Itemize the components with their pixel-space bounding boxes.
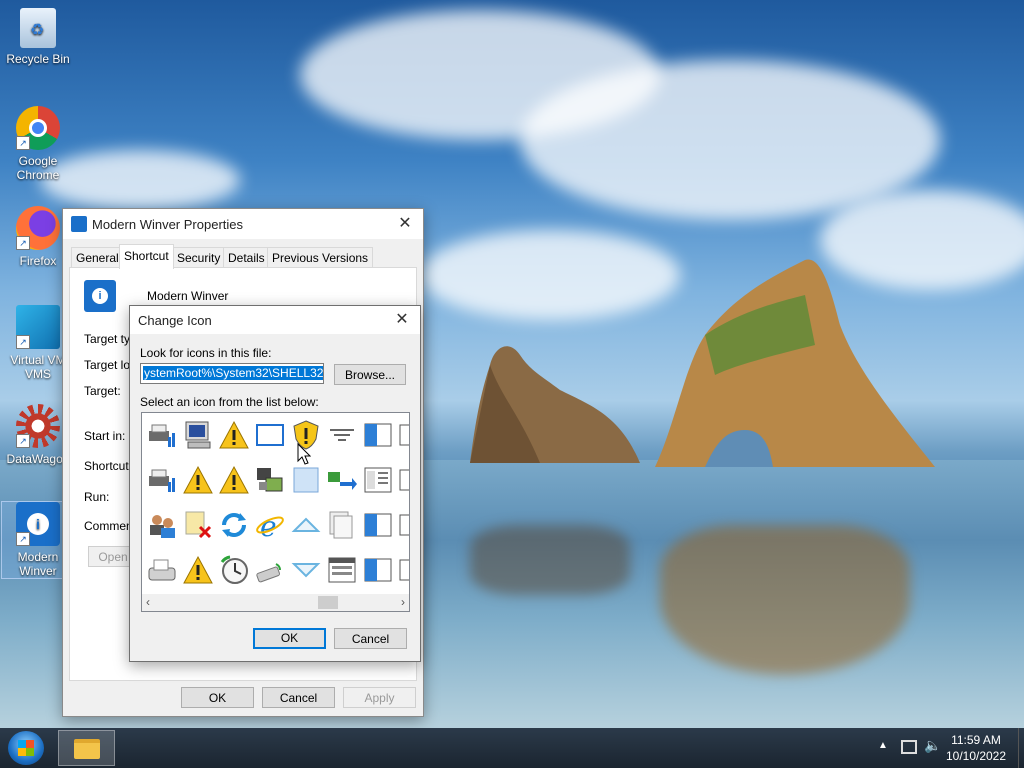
start-button[interactable]	[8, 731, 44, 765]
run-label: Run:	[84, 490, 110, 504]
partial-icon[interactable]	[398, 509, 409, 545]
icon-grid: e	[142, 413, 409, 593]
horizontal-scrollbar[interactable]: ‹ ›	[142, 594, 409, 611]
shortcut-arrow-icon: ↗	[16, 136, 30, 150]
scroll-thumb[interactable]	[318, 596, 338, 609]
shortcut-arrow-icon: ↗	[16, 236, 30, 250]
target-label: Target:	[84, 384, 121, 398]
partial-icon[interactable]	[398, 554, 409, 590]
printer-network-icon[interactable]	[146, 419, 182, 455]
icon-list[interactable]: e ‹ ›	[141, 412, 410, 612]
partial-icon[interactable]	[398, 419, 409, 455]
windows-logo-icon	[18, 740, 34, 756]
scroll-left-icon[interactable]: ‹	[146, 595, 150, 609]
change-icon-dialog: Change Icon ✕ Look for icons in this fil…	[129, 305, 421, 662]
move-arrow-icon[interactable]	[326, 464, 362, 500]
network-icon[interactable]	[901, 740, 917, 754]
shortcut-name: Modern Winver	[147, 289, 229, 303]
chrome-icon: ↗	[16, 106, 60, 150]
panel-icon[interactable]	[362, 509, 398, 545]
select-icon-label: Select an icon from the list below:	[140, 395, 319, 409]
tab-previous-versions[interactable]: Previous Versions	[267, 247, 374, 268]
mouse-cursor-icon	[297, 443, 311, 465]
shortcut-arrow-icon: ↗	[16, 335, 30, 349]
shortcut-arrow-icon: ↗	[16, 532, 30, 546]
ok-button[interactable]: OK	[253, 628, 326, 649]
apply-button[interactable]: Apply	[343, 687, 416, 708]
delete-file-icon[interactable]	[182, 509, 218, 545]
fax-icon[interactable]	[146, 554, 182, 590]
clock-icon[interactable]	[218, 554, 254, 590]
tab-general[interactable]: General	[71, 247, 124, 268]
shortcut-arrow-icon: ↗	[16, 434, 30, 448]
folder-icon	[74, 739, 100, 759]
filter-icon[interactable]	[326, 419, 362, 455]
virtual-vm-icon: ↗	[16, 305, 60, 349]
window-title: Modern Winver Properties	[92, 216, 243, 232]
window-list-icon[interactable]	[326, 554, 362, 590]
firefox-icon: ↗	[16, 206, 60, 250]
desktop-icon-chrome[interactable]: ↗ Google Chrome	[2, 106, 74, 182]
change-icon-titlebar[interactable]: Change Icon	[130, 306, 420, 334]
tab-details[interactable]: Details	[223, 247, 270, 268]
panel-icon[interactable]	[362, 419, 398, 455]
app-icon	[71, 216, 87, 232]
partial-icon[interactable]	[398, 464, 409, 500]
recycle-bin-icon: ♻	[20, 8, 56, 48]
warning-icon[interactable]	[218, 419, 254, 455]
copy-pages-icon[interactable]	[326, 509, 362, 545]
printer-network-icon[interactable]	[146, 464, 182, 500]
properties-titlebar[interactable]: Modern Winver Properties	[63, 209, 423, 239]
close-button[interactable]: ✕	[390, 308, 414, 332]
taskbar-file-explorer[interactable]	[58, 730, 115, 766]
dialog-title: Change Icon	[138, 312, 212, 328]
look-for-label: Look for icons in this file:	[140, 346, 272, 360]
warning-icon[interactable]	[218, 464, 254, 500]
warning-icon[interactable]	[182, 554, 218, 590]
desktop-icon-recycle-bin[interactable]: ♻ Recycle Bin	[2, 8, 74, 66]
network-map-icon[interactable]	[254, 464, 290, 500]
refresh-icon[interactable]	[218, 509, 254, 545]
tab-shortcut[interactable]: Shortcut	[119, 244, 174, 269]
svg-text:e: e	[260, 510, 277, 541]
start-in-label: Start in:	[84, 429, 126, 443]
document-view-icon[interactable]	[362, 464, 398, 500]
volume-icon[interactable]: 🔈	[924, 737, 941, 754]
modern-winver-icon: i ↗	[16, 502, 60, 546]
file-path-text: ystemRoot%\System32\SHELL32.dll	[143, 366, 323, 380]
clock-time[interactable]: 11:59 AM	[944, 733, 1008, 747]
datawagon-icon: ↗	[16, 404, 60, 448]
up-arrow-icon[interactable]	[290, 509, 326, 545]
taskbar: ▲ 🔈 11:59 AM 10/10/2022	[0, 728, 1024, 768]
cancel-button[interactable]: Cancel	[334, 628, 407, 649]
internet-explorer-icon[interactable]: e	[254, 509, 290, 545]
close-button[interactable]: ✕	[393, 212, 417, 236]
usb-drive-icon[interactable]	[254, 554, 290, 590]
users-icon[interactable]	[146, 509, 182, 545]
ok-button[interactable]: OK	[181, 687, 254, 708]
blank-window-icon[interactable]	[290, 464, 326, 500]
window-icon[interactable]	[254, 419, 290, 455]
shortcut-icon: i	[84, 280, 116, 312]
down-arrow-icon[interactable]	[290, 554, 326, 590]
computer-monitor-icon[interactable]	[182, 419, 218, 455]
desktop-icon-label: Recycle Bin	[6, 52, 70, 66]
browse-button[interactable]: Browse...	[334, 364, 406, 385]
warning-icon[interactable]	[182, 464, 218, 500]
scroll-right-icon[interactable]: ›	[401, 595, 405, 609]
cancel-button[interactable]: Cancel	[262, 687, 335, 708]
show-desktop-button[interactable]	[1018, 728, 1024, 768]
panel-icon[interactable]	[362, 554, 398, 590]
show-hidden-icons-icon[interactable]: ▲	[878, 740, 888, 751]
file-path-input[interactable]: ystemRoot%\System32\SHELL32.dll	[140, 363, 324, 384]
tab-security[interactable]: Security	[172, 247, 226, 268]
desktop-icon-label: Google Chrome	[16, 154, 60, 182]
clock-date[interactable]: 10/10/2022	[944, 749, 1008, 763]
